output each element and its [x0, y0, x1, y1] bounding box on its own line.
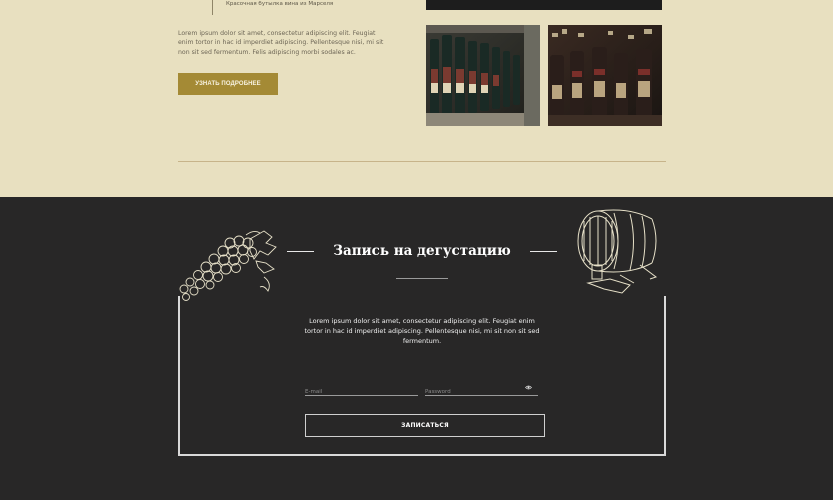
wine-shelf-photo-1: [426, 25, 540, 126]
title-dash-right: [530, 251, 557, 252]
title-underline: [396, 278, 448, 279]
tasting-title: Запись на дегустацию: [333, 243, 511, 259]
section-divider: [178, 161, 666, 162]
signup-button[interactable]: ЗАПИСАТЬСЯ: [305, 414, 545, 437]
wine-shelf-photo-2: [548, 25, 662, 126]
eye-icon[interactable]: [525, 385, 532, 390]
about-section: Красочная бутылка вина из Марселя Lorem …: [0, 0, 833, 197]
password-field-wrapper: [425, 378, 538, 399]
caption-divider: [212, 0, 213, 15]
barrel-illustration: [577, 209, 658, 294]
about-text: Lorem ipsum dolor sit amet, consectetur …: [178, 30, 384, 56]
email-field-wrapper: [305, 378, 418, 399]
photo-caption: Красочная бутылка вина из Марселя: [226, 1, 334, 7]
learn-more-button[interactable]: УЗНАТЬ ПОДРОБНЕЕ: [178, 73, 278, 95]
password-input[interactable]: [425, 381, 538, 399]
dark-image-bottom: [426, 0, 662, 10]
title-dash-left: [287, 251, 314, 252]
email-input[interactable]: [305, 381, 418, 399]
grapes-illustration: [179, 230, 277, 301]
tasting-signup-section: Запись на дегустацию Lorem ipsum dolor s…: [0, 197, 833, 500]
tasting-description: Lorem ipsum dolor sit amet, consectetur …: [304, 317, 540, 346]
